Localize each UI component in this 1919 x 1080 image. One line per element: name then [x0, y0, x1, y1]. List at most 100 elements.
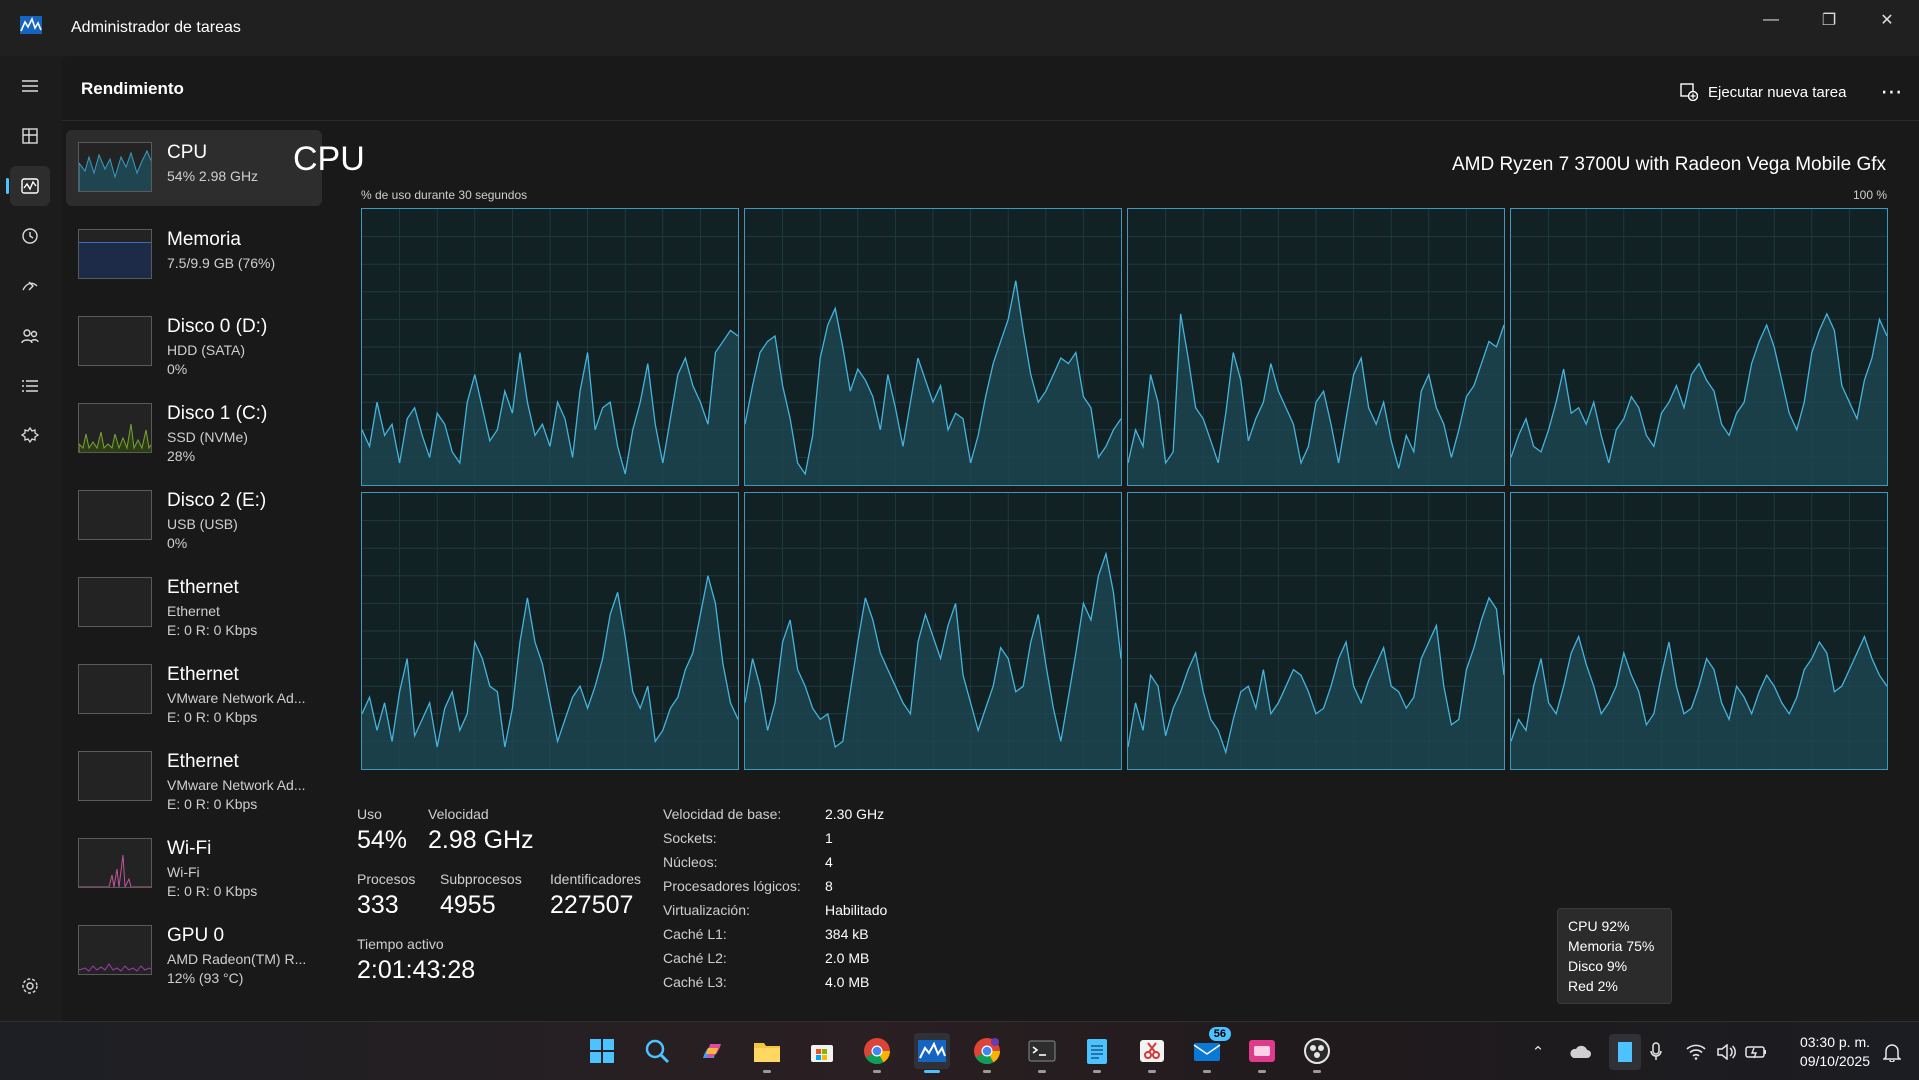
- start-windows-icon[interactable]: [584, 1033, 620, 1069]
- volume-icon[interactable]: [1714, 1040, 1738, 1064]
- microphone-icon[interactable]: [1644, 1040, 1668, 1064]
- running-indicator: [1148, 1070, 1156, 1073]
- minimize-button[interactable]: —: [1742, 0, 1800, 40]
- notification-bell-icon[interactable]: [1880, 1040, 1904, 1064]
- perf-item-value: E: 0 R: 0 Kbps: [167, 883, 258, 899]
- spec-label: Sockets:: [663, 830, 717, 846]
- perf-item-cpu[interactable]: CPU 54% 2.98 GHz: [66, 130, 322, 206]
- startup-apps-nav-icon[interactable]: [10, 266, 50, 306]
- perf-item-type: VMware Network Ad...: [167, 777, 306, 793]
- perf-item-disk-2[interactable]: Disco 2 (E:) USB (USB) 0%: [66, 478, 322, 554]
- more-options-icon[interactable]: ⋯: [1874, 74, 1910, 110]
- perf-item-gpu[interactable]: GPU 0 AMD Radeon(TM) R... 12% (93 °C): [66, 913, 322, 989]
- usage-value: 54%: [357, 826, 408, 854]
- ethernet-2-thumbnail: [78, 664, 152, 714]
- usage-label: Uso: [357, 806, 382, 822]
- search-icon[interactable]: [639, 1033, 675, 1069]
- disk-2-thumbnail: [78, 490, 152, 540]
- services-nav-icon[interactable]: [10, 416, 50, 456]
- perf-item-type: HDD (SATA): [167, 342, 246, 358]
- system-clock[interactable]: 03:30 p. m. 09/10/2025: [1784, 1033, 1870, 1071]
- perf-item-ethernet-2[interactable]: Ethernet VMware Network Ad... E: 0 R: 0 K…: [66, 652, 322, 728]
- performance-list: CPU 54% 2.98 GHz Memoria 7.5/9.9 GB (76%…: [66, 130, 322, 1000]
- tooltip-memory: Memoria 75%: [1568, 938, 1655, 954]
- running-indicator: [1203, 1070, 1211, 1073]
- core-graph-svg: [1511, 493, 1887, 769]
- microsoft-store-icon[interactable]: [804, 1033, 840, 1069]
- task-manager-tray-icon[interactable]: [1609, 1034, 1641, 1070]
- cpu-core-graph: [361, 492, 739, 770]
- graph-caption: % de uso durante 30 segundos: [361, 188, 528, 202]
- core-graph-svg: [362, 209, 738, 485]
- users-nav-icon[interactable]: [10, 316, 50, 356]
- processes-value: 333: [357, 891, 399, 919]
- perf-item-name: GPU 0: [167, 925, 225, 946]
- copilot-icon[interactable]: [694, 1033, 730, 1069]
- spec-value: 384 kB: [825, 926, 869, 942]
- performance-nav-icon[interactable]: [6, 166, 50, 206]
- perf-item-disk-0[interactable]: Disco 0 (D:) HDD (SATA) 0%: [66, 304, 322, 380]
- processes-nav-icon[interactable]: [10, 116, 50, 156]
- perf-item-wifi[interactable]: Wi-Fi Wi-Fi E: 0 R: 0 Kbps: [66, 826, 322, 902]
- terminal-icon[interactable]: [1024, 1033, 1060, 1073]
- chrome-icon[interactable]: [859, 1033, 895, 1073]
- cpu-core-graph: [1510, 208, 1888, 486]
- perf-item-name: Disco 0 (D:): [167, 316, 268, 337]
- perf-item-detail: 7.5/9.9 GB (76%): [167, 255, 276, 271]
- settings-gear-icon[interactable]: [12, 968, 48, 1004]
- speed-value: 2.98 GHz: [428, 826, 534, 854]
- hamburger-menu-icon[interactable]: [10, 66, 50, 106]
- mail-icon[interactable]: 56: [1189, 1027, 1231, 1073]
- app-history-nav-icon[interactable]: [10, 216, 50, 256]
- navigation-rail: [0, 56, 62, 1021]
- perf-item-name: Ethernet: [167, 751, 239, 772]
- running-indicator: [1038, 1070, 1046, 1073]
- close-button[interactable]: ✕: [1858, 0, 1916, 40]
- perf-item-type: SSD (NVMe): [167, 429, 248, 445]
- tooltip-cpu: CPU 92%: [1568, 918, 1630, 934]
- photos-app-icon[interactable]: [1244, 1033, 1280, 1073]
- title-bar: Administrador de tareas — ❐ ✕: [0, 0, 1919, 56]
- spec-label: Caché L1:: [663, 926, 727, 942]
- file-explorer-icon[interactable]: [749, 1033, 785, 1073]
- processes-label: Procesos: [357, 871, 416, 887]
- perf-item-name: Ethernet: [167, 577, 239, 598]
- spec-label: Núcleos:: [663, 854, 718, 870]
- taskbar: 56 ⌃ 03:30 p. m. 09/10/2025: [0, 1021, 1919, 1080]
- perf-item-value: E: 0 R: 0 Kbps: [167, 709, 258, 725]
- spec-label: Caché L3:: [663, 974, 727, 990]
- running-indicator: [983, 1070, 991, 1073]
- perf-item-value: 0%: [167, 535, 188, 551]
- cpu-core-graph: [1127, 492, 1505, 770]
- maximize-button[interactable]: ❐: [1800, 0, 1858, 40]
- tray-tooltip: CPU 92% Memoria 75% Disco 9% Red 2%: [1557, 908, 1672, 1004]
- wifi-icon[interactable]: [1684, 1040, 1708, 1064]
- active-indicator: [924, 1070, 940, 1073]
- perf-item-memory[interactable]: Memoria 7.5/9.9 GB (76%): [66, 217, 322, 293]
- cpu-core-graph: [1510, 492, 1888, 770]
- cpu-core-graph: [744, 208, 1122, 486]
- battery-icon[interactable]: [1744, 1040, 1768, 1064]
- perf-item-detail: SSD (NVMe) 28%: [167, 428, 248, 466]
- spec-value: 4.0 MB: [825, 974, 870, 990]
- spec-value: 2.0 MB: [825, 950, 870, 966]
- clock-date: 09/10/2025: [1799, 1053, 1870, 1069]
- task-manager-taskbar-icon[interactable]: [914, 1033, 950, 1073]
- ethernet-1-thumbnail: [78, 577, 152, 627]
- graph-max-label: 100 %: [1852, 188, 1887, 202]
- onedrive-icon[interactable]: [1568, 1040, 1592, 1064]
- perf-item-type: USB (USB): [167, 516, 238, 532]
- perf-item-disk-1[interactable]: Disco 1 (C:) SSD (NVMe) 28%: [66, 391, 322, 467]
- snipping-tool-icon[interactable]: [1134, 1033, 1170, 1073]
- perf-item-ethernet-3[interactable]: Ethernet VMware Network Ad... E: 0 R: 0 K…: [66, 739, 322, 815]
- perf-item-name: Wi-Fi: [167, 838, 212, 859]
- page-title: Rendimiento: [81, 79, 184, 98]
- chrome-profile-icon[interactable]: [969, 1033, 1005, 1073]
- details-nav-icon[interactable]: [10, 366, 50, 406]
- notepad-icon[interactable]: [1079, 1033, 1115, 1073]
- obs-studio-icon[interactable]: [1299, 1033, 1335, 1073]
- perf-item-ethernet-1[interactable]: Ethernet Ethernet E: 0 R: 0 Kbps: [66, 565, 322, 641]
- run-new-task-button[interactable]: Ejecutar nueva tarea: [1668, 74, 1858, 110]
- chevron-up-icon[interactable]: ⌃: [1526, 1040, 1550, 1064]
- spec-value: 8: [825, 878, 833, 894]
